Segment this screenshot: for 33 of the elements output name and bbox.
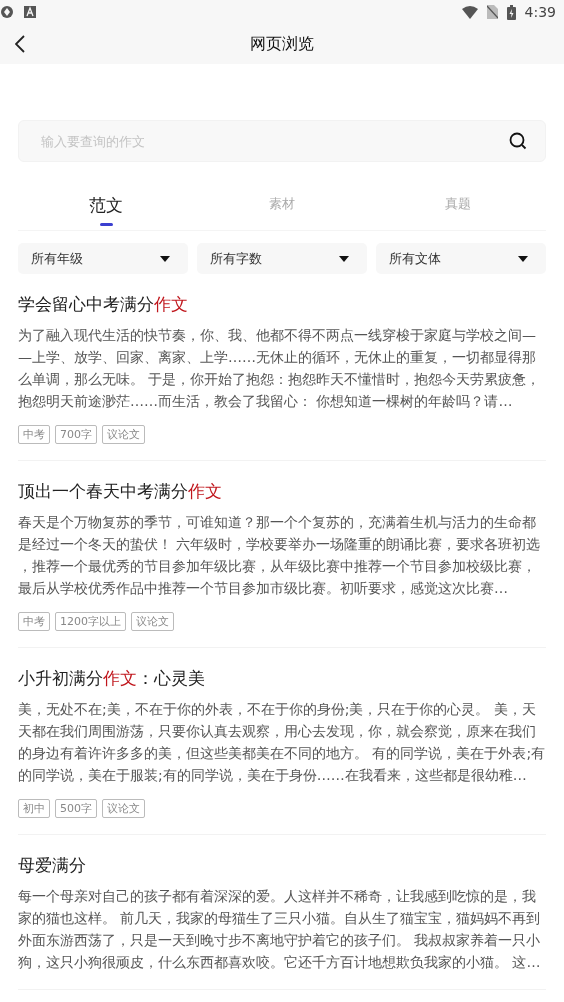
article-title[interactable]: 学会留心中考满分作文 — [18, 292, 546, 316]
back-icon[interactable] — [15, 35, 25, 53]
clock-time: 4:39 — [524, 4, 556, 20]
dropdown-caret-icon — [160, 255, 170, 262]
filter-dropdown[interactable]: 所有年级 — [18, 243, 188, 274]
article-title[interactable]: 顶出一个春天中考满分作文 — [18, 479, 546, 503]
text-notification-icon — [24, 6, 36, 18]
article-tag: 中考 — [18, 425, 50, 444]
no-sim-icon — [486, 5, 498, 19]
article-tag: 中考 — [18, 612, 50, 631]
dropdown-caret-icon — [339, 255, 349, 262]
article-excerpt: 每一个母亲对自己的孩子都有着深深的爱。人这样并不稀奇，让我感到吃惊的是，我家的猫也这样。 前几天，我家的母猫生了三只小猫。自从生了猫宝宝，猫妈妈不再到外面东游西荡了，只是一天到晚寸步不离地守护着它的孩子们。 我叔叔家养着一只小狗，这只小狗很顽皮，什么东西都喜欢咬。它还千方百计地想欺负我家的小猫。 这… — [18, 887, 542, 972]
article-title[interactable]: 母爱满分 — [18, 853, 546, 877]
battery-icon — [506, 4, 516, 20]
article-excerpt: 春天是个万物复苏的季节，可谁知道？那一个个复苏的，充满着生机与活力的生命都是经过一个冬天的蛰伏！ 六年级时，学校要举办一场隆重的朗诵比赛，要求各班初选，推荐一个最优秀的节目参加年级比赛，从年级比赛中推荐一个节目参加校级比赛，最后从学校优秀作品中推荐一个节目参加市级比赛。初听要求，感觉这次比赛… — [18, 513, 542, 598]
tab-indicator — [99, 223, 113, 226]
article-tag: 500字 — [55, 799, 97, 818]
article-tag: 1200字以上 — [55, 612, 126, 631]
article-excerpt: 为了融入现代生活的快节奏，你、我、他都不得不两点一线穿梭于家庭与学校之间——上学、放学、回家、离家、上学……无休止的循环，无休止的重复，一切都显得那么单调，那么无味。 于是，你开始了抱怨：抱怨昨天不懂惜时，抱怨今天劳累疲惫，抱怨明天前途渺茫……而生活，教会了我留心： 你想知道一棵树的年龄吗？请… — [18, 326, 542, 411]
article-title[interactable]: 小升初满分作文：心灵美 — [18, 666, 546, 690]
article-excerpt: 美，无处不在;美，不在于你的外表，不在于你的身份;美，只在于你的心灵。 美，天天都在我们周围游荡，只要你认真去观察，用心去发现，你，就会察觉，原来在我们的身边有着许许多多的美，但这些美都美在不同的地方。 有的同学说，美在于外表;有的同学说，美在于服装;有的同学说，美在于身份……在我看来，这些都是很幼稚… — [18, 700, 546, 785]
wifi-icon — [461, 5, 478, 19]
article-tag: 议论文 — [131, 612, 174, 631]
article-tag: 初中 — [18, 799, 50, 818]
filter-dropdown[interactable]: 所有文体 — [376, 243, 546, 274]
search-icon[interactable] — [509, 132, 527, 150]
category-tab[interactable]: 范文 — [18, 190, 194, 230]
article-tag: 700字 — [55, 425, 97, 444]
page-title: 网页浏览 — [250, 33, 314, 55]
dropdown-caret-icon — [518, 255, 528, 262]
article-tag: 议论文 — [102, 799, 145, 818]
article-tag: 议论文 — [102, 425, 145, 444]
filter-dropdown[interactable]: 所有字数 — [197, 243, 367, 274]
